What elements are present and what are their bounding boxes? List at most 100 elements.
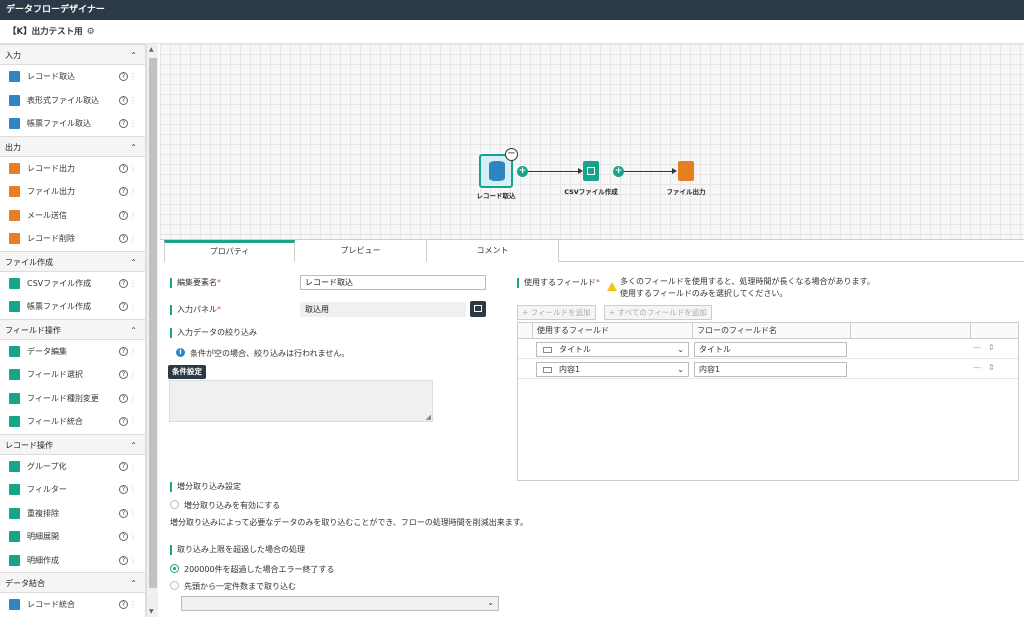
- sidebar-item[interactable]: レコード統合? ⋮: [0, 593, 145, 617]
- condition-textarea[interactable]: ◢: [169, 380, 433, 422]
- sidebar-item[interactable]: レコード削除? ⋮: [0, 227, 145, 251]
- drag-handle-icon[interactable]: ⋮: [129, 502, 137, 526]
- sidebar-item[interactable]: データ編集? ⋮: [0, 340, 145, 364]
- help-icon[interactable]: ?: [119, 346, 128, 356]
- drag-handle-icon[interactable]: ⋮: [129, 410, 137, 434]
- help-icon[interactable]: ?: [119, 72, 128, 81]
- limit-radio-error[interactable]: [170, 564, 179, 573]
- help-icon[interactable]: ?: [119, 600, 128, 609]
- sidebar-item[interactable]: ファイル出力? ⋮: [0, 180, 145, 204]
- add-connector-icon[interactable]: +: [517, 166, 528, 177]
- sidebar-item[interactable]: フィルター? ⋮: [0, 478, 145, 502]
- limit-count-select[interactable]: ⌄: [181, 596, 499, 611]
- drag-handle-icon[interactable]: ⋮: [129, 549, 137, 573]
- scroll-down-icon[interactable]: ▼: [149, 608, 154, 615]
- flow-node-file-output[interactable]: ファイル出力: [660, 161, 712, 196]
- field-select[interactable]: タイトル ⌄: [536, 342, 689, 357]
- help-icon[interactable]: ?: [119, 370, 128, 379]
- tab-preview[interactable]: プレビュー: [295, 240, 427, 262]
- sidebar-section-header[interactable]: 入力 ⌃: [0, 44, 145, 65]
- help-icon[interactable]: ?: [119, 555, 128, 565]
- drag-handle-icon[interactable]: ⇕: [988, 363, 995, 372]
- drag-handle-icon[interactable]: ⋮: [129, 455, 137, 479]
- chevron-up-icon[interactable]: ⌃: [130, 320, 137, 341]
- incremental-checkbox[interactable]: [170, 500, 179, 509]
- remove-row-icon[interactable]: —: [973, 343, 981, 352]
- help-icon[interactable]: ?: [119, 532, 128, 541]
- chevron-up-icon[interactable]: ⌃: [130, 137, 137, 158]
- sidebar-item[interactable]: フィールド選択? ⋮: [0, 363, 145, 387]
- tab-comment[interactable]: コメント: [427, 240, 559, 262]
- add-field-button[interactable]: + フィールドを追加: [517, 305, 596, 320]
- drag-handle-icon[interactable]: ⋮: [129, 65, 137, 89]
- drag-handle-icon[interactable]: ⋮: [129, 180, 137, 204]
- help-icon[interactable]: ?: [119, 461, 128, 471]
- help-icon[interactable]: ?: [119, 278, 128, 288]
- sidebar-item[interactable]: フィールド種別変更? ⋮: [0, 387, 145, 411]
- sidebar-section-header[interactable]: 出力 ⌃: [0, 135, 145, 158]
- name-input[interactable]: レコード取込: [300, 275, 486, 290]
- help-icon[interactable]: ?: [119, 187, 128, 196]
- field-name-input[interactable]: タイトル: [694, 342, 847, 357]
- sidebar-item[interactable]: 重複排除? ⋮: [0, 502, 145, 526]
- scroll-up-icon[interactable]: ▲: [149, 46, 154, 53]
- drag-handle-icon[interactable]: ⋮: [129, 295, 137, 319]
- condition-button[interactable]: 条件設定: [168, 365, 206, 379]
- sidebar-section-header[interactable]: データ結合 ⌃: [0, 572, 145, 593]
- help-icon[interactable]: ?: [119, 210, 128, 220]
- drag-handle-icon[interactable]: ⋮: [129, 204, 137, 228]
- sidebar-item[interactable]: 明細展開? ⋮: [0, 525, 145, 549]
- scrollbar-thumb[interactable]: [149, 58, 157, 588]
- sidebar-item[interactable]: 表形式ファイル取込? ⋮: [0, 89, 145, 113]
- drag-handle-icon[interactable]: ⋮: [129, 112, 137, 136]
- chevron-up-icon[interactable]: ⌃: [130, 252, 137, 273]
- limit-radio-partial[interactable]: [170, 581, 179, 590]
- drag-handle-icon[interactable]: ⋮: [129, 340, 137, 364]
- sidebar-scrollbar[interactable]: ▲ ▼: [146, 44, 158, 617]
- drag-handle-icon[interactable]: ⋮: [129, 157, 137, 181]
- drag-handle-icon[interactable]: ⋮: [129, 227, 137, 251]
- help-icon[interactable]: ?: [119, 119, 128, 128]
- sidebar-item[interactable]: レコード出力? ⋮: [0, 157, 145, 181]
- sidebar-section-header[interactable]: レコード操作 ⌃: [0, 433, 145, 456]
- resize-handle-icon[interactable]: ◢: [426, 413, 431, 421]
- add-all-fields-button[interactable]: + すべてのフィールドを追加: [604, 305, 712, 320]
- add-connector-icon[interactable]: +: [613, 166, 624, 177]
- sidebar-item[interactable]: 帳票ファイル作成? ⋮: [0, 295, 145, 319]
- remove-row-icon[interactable]: —: [973, 363, 981, 372]
- sidebar-section-header[interactable]: フィールド操作 ⌃: [0, 318, 145, 341]
- drag-handle-icon[interactable]: ⋮: [129, 525, 137, 549]
- drag-handle-icon[interactable]: ⋮: [129, 478, 137, 502]
- sidebar-item[interactable]: グループ化? ⋮: [0, 455, 145, 479]
- drag-handle-icon[interactable]: ⋮: [129, 89, 137, 113]
- drag-handle-icon[interactable]: ⇕: [988, 343, 995, 352]
- drag-handle-icon[interactable]: ⋮: [129, 363, 137, 387]
- help-icon[interactable]: ?: [119, 234, 128, 243]
- help-icon[interactable]: ?: [119, 508, 128, 518]
- field-name-input[interactable]: 内容1: [694, 362, 847, 377]
- help-icon[interactable]: ?: [119, 163, 128, 173]
- help-icon[interactable]: ?: [119, 417, 128, 426]
- sidebar-item[interactable]: フィールド統合? ⋮: [0, 410, 145, 434]
- drag-handle-icon[interactable]: ⋮: [129, 387, 137, 411]
- chevron-up-icon[interactable]: ⌃: [130, 573, 137, 594]
- sidebar-item[interactable]: メール送信? ⋮: [0, 204, 145, 228]
- sidebar-item[interactable]: 帳票ファイル取込? ⋮: [0, 112, 145, 136]
- panel-select-button[interactable]: [470, 301, 486, 317]
- chevron-up-icon[interactable]: ⌃: [130, 45, 137, 66]
- drag-handle-icon[interactable]: ⋮: [129, 272, 137, 296]
- sidebar-item[interactable]: 明細作成? ⋮: [0, 549, 145, 573]
- sidebar-section-header[interactable]: ファイル作成 ⌃: [0, 250, 145, 273]
- sidebar-item[interactable]: レコード取込? ⋮: [0, 65, 145, 89]
- remove-node-icon[interactable]: −: [505, 148, 518, 161]
- field-select[interactable]: 内容1 ⌄: [536, 362, 689, 377]
- help-icon[interactable]: ?: [119, 485, 128, 494]
- flow-canvas[interactable]: レコード取込 − + CSVファイル作成 + ファイル出力: [160, 44, 1024, 240]
- tab-properties[interactable]: プロパティ: [164, 240, 295, 262]
- flow-node-record-import[interactable]: レコード取込: [470, 154, 522, 200]
- chevron-up-icon[interactable]: ⌃: [130, 435, 137, 456]
- flow-node-csv[interactable]: CSVファイル作成: [560, 161, 622, 196]
- gear-icon[interactable]: ⚙: [87, 20, 95, 44]
- help-icon[interactable]: ?: [119, 95, 128, 105]
- help-icon[interactable]: ?: [119, 302, 128, 311]
